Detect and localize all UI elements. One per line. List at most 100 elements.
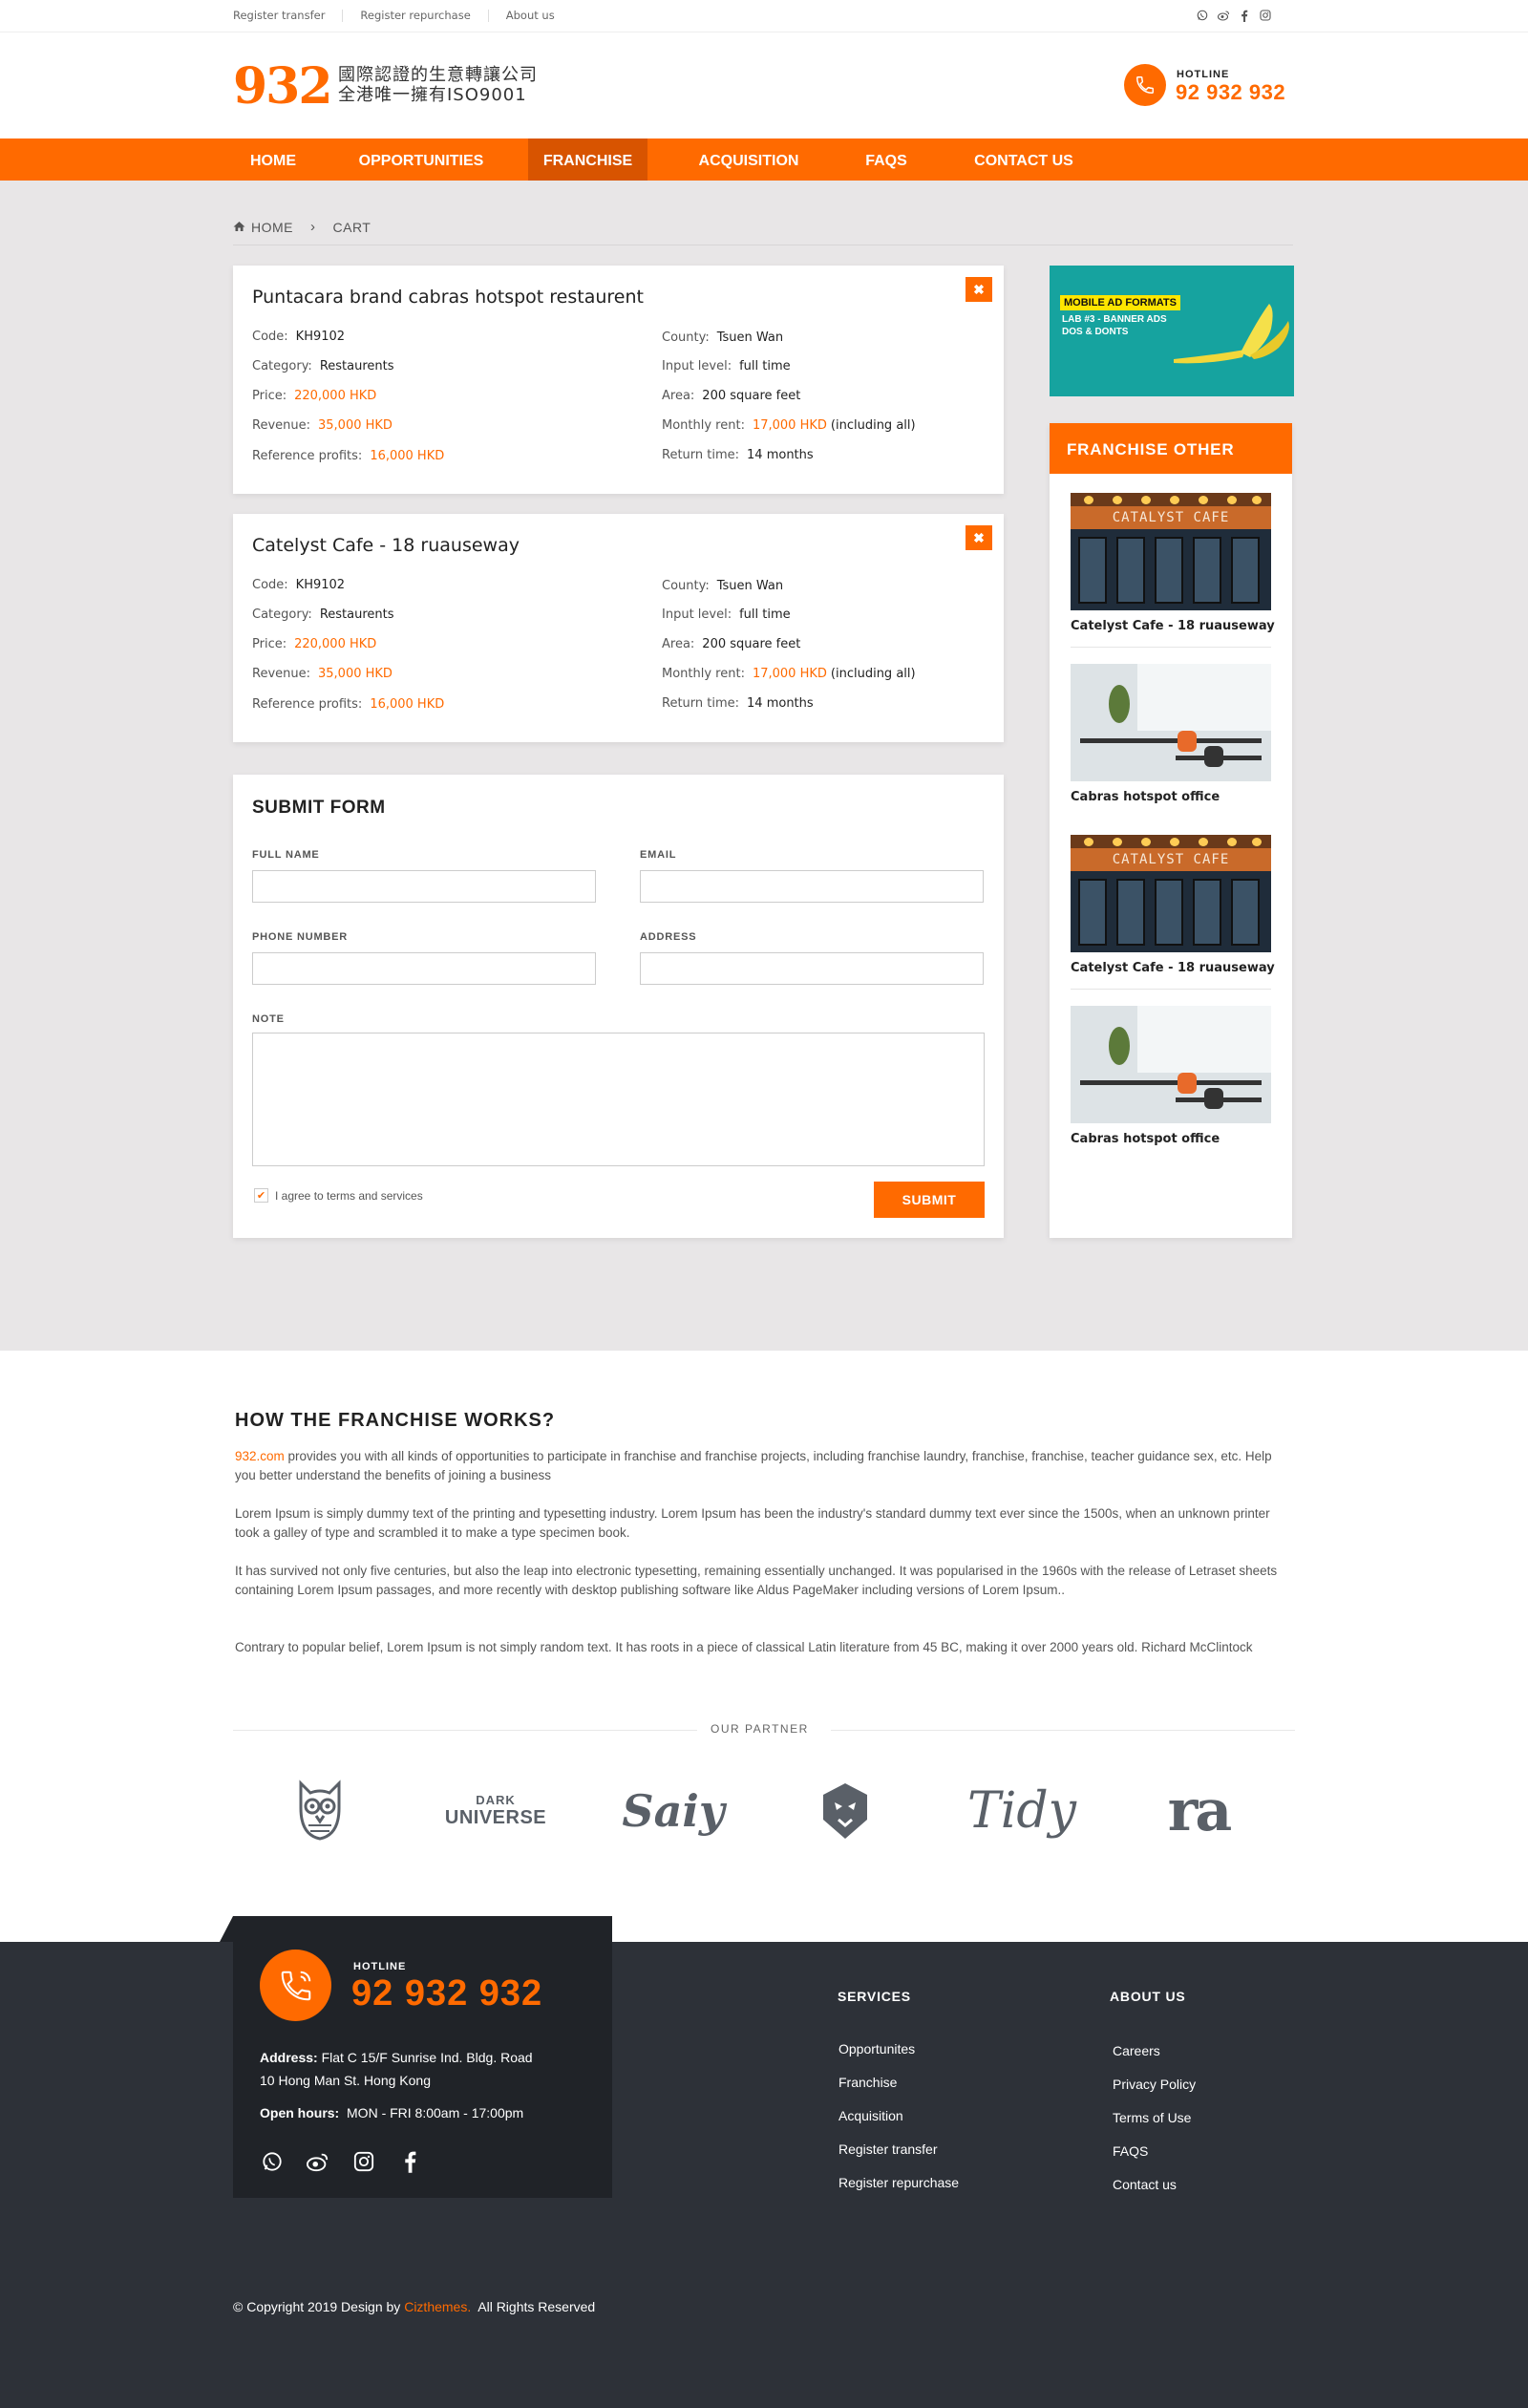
footer-link-opportunites[interactable]: Opportunites xyxy=(838,2041,915,2056)
submit-button[interactable]: SUBMIT xyxy=(874,1182,985,1218)
close-icon: ✖ xyxy=(973,281,985,297)
cart-item-county: County: Tsuen Wan xyxy=(662,579,784,593)
submit-form: SUBMIT FORM FULL NAME EMAIL PHONE NUMBER… xyxy=(233,775,1004,1238)
breadcrumb-separator: › xyxy=(310,219,316,235)
info-paragraph: 932.com provides you with all kinds of o… xyxy=(235,1449,1272,1482)
weibo-icon[interactable] xyxy=(306,2149,330,2174)
instagram-icon[interactable] xyxy=(1259,8,1272,23)
top-link-register-transfer[interactable]: Register transfer xyxy=(233,10,344,22)
footer-link-register-repurchase[interactable]: Register repurchase xyxy=(838,2175,959,2190)
cart-item-area: Area: 200 square feet xyxy=(662,637,801,651)
phone-number-label: PHONE NUMBER xyxy=(252,931,349,943)
cart-item-title[interactable]: Catelyst Cafe - 18 ruauseway xyxy=(252,535,520,556)
office-thumbnail xyxy=(1071,1006,1271,1123)
breadcrumb: HOME › CART xyxy=(233,219,371,235)
nav-item-opportunities[interactable]: OPPORTUNITIES xyxy=(341,139,501,181)
site-footer xyxy=(0,1942,1528,2408)
cart-item-title[interactable]: Puntacara brand cabras hotspot restauren… xyxy=(252,287,644,308)
top-link-about-us[interactable]: About us xyxy=(489,10,572,22)
agree-label[interactable]: I agree to terms and services xyxy=(275,1189,423,1203)
instagram-icon[interactable] xyxy=(351,2149,376,2174)
designer-link[interactable]: Cizthemes. xyxy=(404,2299,471,2314)
hotline-label: HOTLINE xyxy=(1177,69,1230,80)
sidebar-item-caption[interactable]: Cabras hotspot office xyxy=(1071,790,1271,804)
cart-item-return-time: Return time: 14 months xyxy=(662,696,814,711)
footer-link-register-transfer[interactable]: Register transfer xyxy=(838,2142,937,2157)
full-name-input[interactable] xyxy=(252,870,596,903)
remove-button[interactable]: ✖ xyxy=(966,277,992,302)
cart-item-code: Code: KH9102 xyxy=(252,330,346,344)
sidebar-item[interactable]: Cabras hotspot office xyxy=(1071,664,1271,804)
partner-logo-ra[interactable]: ra xyxy=(1160,1778,1237,1844)
facebook-icon[interactable] xyxy=(397,2149,422,2174)
site-header: 932 國際認證的生意轉讓公司 全港唯一擁有ISO9001 HOTLINE 92… xyxy=(0,32,1528,139)
cart-item-price: Price: 220,000 HKD xyxy=(252,389,377,403)
footer-open-hours: Open hours: MON - FRI 8:00am - 17:00pm xyxy=(260,2105,524,2120)
sidebar-item[interactable]: CATALYST CAFE Catelyst Cafe - 18 ruausew… xyxy=(1071,835,1275,990)
whatsapp-icon[interactable] xyxy=(1196,8,1209,23)
owl-logo-icon xyxy=(299,1779,341,1841)
nav-item-home[interactable]: HOME xyxy=(238,139,308,181)
panel-title: FRANCHISE OTHER xyxy=(1050,423,1292,474)
footer-link-franchise[interactable]: Franchise xyxy=(838,2075,897,2090)
cart-item-code: Code: KH9102 xyxy=(252,578,346,592)
note-textarea[interactable] xyxy=(252,1033,985,1166)
ad-subtitle: LAB #3 - BANNER ADS DOS & DONTS xyxy=(1062,313,1167,338)
lion-logo-icon xyxy=(823,1783,867,1839)
partner-logo-lion[interactable] xyxy=(817,1782,874,1840)
email-input[interactable] xyxy=(640,870,984,903)
full-name-label: FULL NAME xyxy=(252,849,320,861)
info-paragraph: It has survived not only five centuries,… xyxy=(235,1564,1278,1597)
sidebar-item-caption[interactable]: Cabras hotspot office xyxy=(1071,1132,1271,1146)
phone-number-input[interactable] xyxy=(252,952,596,985)
cart-item-profits: Reference profits: 16,000 HKD xyxy=(252,449,445,463)
hotline-number[interactable]: 92 932 932 xyxy=(1176,80,1285,105)
footer-services-title: SERVICES xyxy=(838,1989,911,2004)
logo-number[interactable]: 932 xyxy=(233,61,333,113)
partner-logo-tidy[interactable]: Tidy xyxy=(967,1782,1076,1840)
cart-item-revenue: Revenue: 35,000 HKD xyxy=(252,667,393,681)
footer-hotline-number[interactable]: 92 932 932 xyxy=(351,1973,542,2014)
footer-about-title: ABOUT US xyxy=(1110,1989,1186,2004)
cart-item-area: Area: 200 square feet xyxy=(662,389,801,403)
info-title: HOW THE FRANCHISE WORKS? xyxy=(235,1410,556,1431)
partner-logo-owl[interactable] xyxy=(286,1779,353,1841)
ad-banner[interactable]: MOBILE AD FORMATS LAB #3 - BANNER ADS DO… xyxy=(1050,266,1294,396)
address-label: ADDRESS xyxy=(640,931,697,943)
nav-item-acquisition[interactable]: ACQUISITION xyxy=(684,139,814,181)
sidebar-item[interactable]: CATALYST CAFE Catelyst Cafe - 18 ruausew… xyxy=(1071,493,1275,648)
nav-item-contact-us[interactable]: CONTACT US xyxy=(963,139,1085,181)
sidebar-item[interactable]: Cabras hotspot office xyxy=(1071,1006,1271,1146)
main-nav: HOME OPPORTUNITIES FRANCHISE ACQUISITION… xyxy=(0,139,1528,181)
footer-link-careers[interactable]: Careers xyxy=(1113,2043,1160,2058)
agree-checkbox[interactable]: ✔ xyxy=(254,1188,268,1203)
facebook-icon[interactable] xyxy=(1238,8,1251,23)
footer-link-faqs[interactable]: FAQS xyxy=(1113,2143,1148,2159)
nav-item-faqs[interactable]: FAQS xyxy=(855,139,918,181)
address-input[interactable] xyxy=(640,952,984,985)
logo-tagline: 國際認證的生意轉讓公司 全港唯一擁有ISO9001 xyxy=(338,65,538,105)
cafe-thumbnail: CATALYST CAFE xyxy=(1071,493,1271,610)
cart-item-rent: Monthly rent: 17,000 HKD (including all) xyxy=(662,418,916,433)
cart-item-county: County: Tsuen Wan xyxy=(662,330,784,345)
site-link[interactable]: 932.com xyxy=(235,1449,285,1463)
footer-link-privacy-policy[interactable]: Privacy Policy xyxy=(1113,2077,1196,2092)
footer-link-contact-us[interactable]: Contact us xyxy=(1113,2177,1177,2192)
footer-link-terms-of-use[interactable]: Terms of Use xyxy=(1113,2110,1191,2125)
sidebar-item-caption[interactable]: Catelyst Cafe - 18 ruauseway xyxy=(1071,619,1275,633)
remove-button[interactable]: ✖ xyxy=(966,525,992,550)
cafe-sign: CATALYST CAFE xyxy=(1071,848,1271,871)
footer-link-acquisition[interactable]: Acquisition xyxy=(838,2108,903,2123)
weibo-icon[interactable] xyxy=(1217,8,1230,23)
breadcrumb-current: CART xyxy=(332,219,371,235)
partner-logo-saiy[interactable]: Saiy xyxy=(621,1782,726,1840)
breadcrumb-home[interactable]: HOME xyxy=(251,220,293,235)
nav-item-franchise[interactable]: FRANCHISE xyxy=(528,139,647,181)
sidebar-item-caption[interactable]: Catelyst Cafe - 18 ruauseway xyxy=(1071,961,1275,975)
whatsapp-icon[interactable] xyxy=(260,2149,285,2174)
phone-icon xyxy=(260,1950,331,2021)
top-link-register-repurchase[interactable]: Register repurchase xyxy=(343,10,489,22)
partner-divider xyxy=(233,1730,697,1731)
close-icon: ✖ xyxy=(973,529,985,545)
partner-logo-dark-universe[interactable]: DARK UNIVERSE xyxy=(439,1782,552,1840)
